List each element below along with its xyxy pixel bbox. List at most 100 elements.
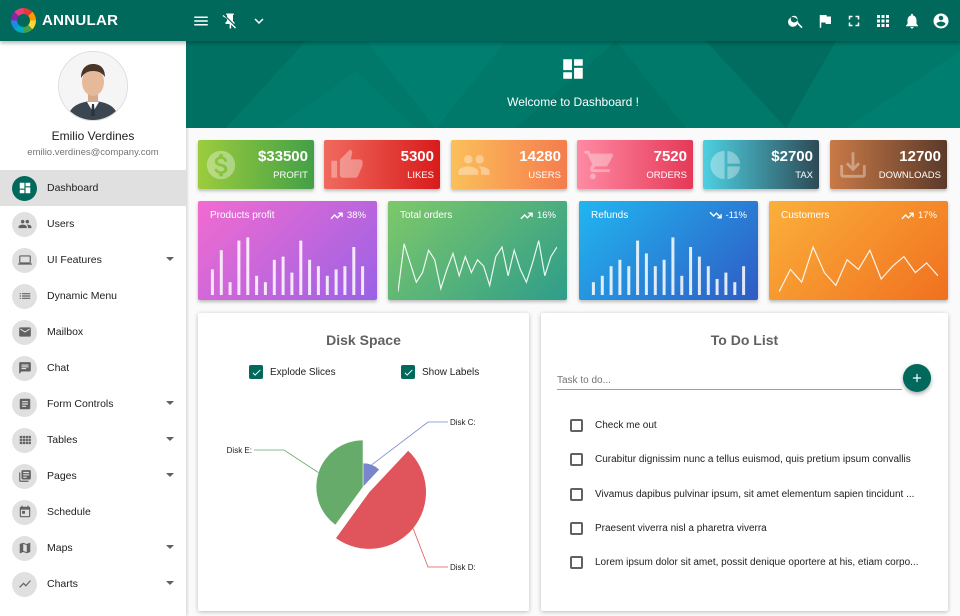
- stat-tile-users: 14280 USERS: [451, 140, 567, 189]
- calendar-icon-wrap: [12, 499, 37, 525]
- brand[interactable]: ANNULAR: [0, 8, 186, 33]
- todo-checkbox[interactable]: [570, 419, 583, 432]
- sidebar-item-label: Chat: [47, 362, 70, 374]
- task-input[interactable]: [557, 372, 902, 390]
- account-button[interactable]: [930, 10, 951, 31]
- pie-slice-diskc[interactable]: [362, 462, 380, 488]
- stat-label: DOWNLOADS: [878, 170, 941, 181]
- todo-checkbox[interactable]: [570, 487, 583, 501]
- checkbox-checked-icon: [249, 365, 263, 379]
- spark-bar: [352, 247, 356, 295]
- flag-button[interactable]: [814, 10, 835, 31]
- bell-icon: [905, 13, 918, 28]
- spark-bar: [325, 275, 329, 295]
- sidebar-item-ui-features[interactable]: UI Features: [0, 242, 186, 278]
- spark-bar: [671, 237, 675, 295]
- download-icon: [840, 152, 866, 178]
- fullscreen-button[interactable]: [843, 10, 864, 31]
- spark-bar: [627, 266, 631, 295]
- user-photo: [59, 52, 127, 120]
- spark-bar: [237, 240, 241, 295]
- sidebar-item-chat[interactable]: Chat: [0, 350, 186, 386]
- todo-text: Curabitur dignissim nunc a tellus euismo…: [595, 454, 911, 466]
- sidebar-item-mailbox[interactable]: Mailbox: [0, 314, 186, 350]
- sidebar-item-pages[interactable]: Pages: [0, 458, 186, 494]
- sidebar-item-form-controls[interactable]: Form Controls: [0, 386, 186, 422]
- spark-card-customers: Customers 17%: [769, 201, 948, 300]
- trending-up-icon: [520, 212, 533, 220]
- pie-leader-line: [412, 528, 448, 568]
- search-button[interactable]: [785, 10, 806, 31]
- apps-button[interactable]: [872, 10, 893, 31]
- sidebar-item-tables[interactable]: Tables: [0, 422, 186, 458]
- todo-item[interactable]: Curabitur dignissim nunc a tellus euismo…: [570, 453, 925, 467]
- chart-icon-wrap: [12, 571, 37, 597]
- spark-bar: [636, 240, 640, 295]
- sidebar-item-charts[interactable]: Charts: [0, 566, 186, 602]
- spark-percent: 17%: [901, 210, 937, 221]
- todo-checkbox[interactable]: [570, 453, 583, 467]
- pie-icon: [710, 150, 741, 180]
- spark-card-total-orders: Total orders 16%: [388, 201, 567, 300]
- todo-item[interactable]: Praesent viverra nisl a pharetra viverra: [570, 521, 925, 535]
- explode-slices-checkbox[interactable]: Explode Slices: [249, 365, 336, 379]
- calendar-icon: [19, 505, 30, 518]
- list-icon-wrap: [12, 283, 37, 309]
- checkbox-checked-icon: [401, 365, 415, 379]
- show-labels-checkbox[interactable]: Show Labels: [401, 365, 479, 379]
- table-icon: [19, 435, 31, 445]
- sidebar-item-maps[interactable]: Maps: [0, 530, 186, 566]
- stat-value: 7520: [653, 148, 687, 165]
- table-icon-wrap: [12, 427, 37, 453]
- pin-sidebar-button[interactable]: [219, 10, 240, 31]
- todo-card: To Do List Check me out Curabitur dignis…: [541, 313, 948, 611]
- sidebar-item-users[interactable]: Users: [0, 206, 186, 242]
- todo-checkbox[interactable]: [570, 556, 583, 570]
- fullscreen-icon: [848, 15, 859, 26]
- chat-icon: [18, 362, 31, 374]
- account-icon: [933, 13, 948, 28]
- spark-chart: [210, 237, 365, 295]
- stat-label: ORDERS: [646, 170, 687, 181]
- spark-percent: 16%: [520, 210, 556, 221]
- avatar[interactable]: [58, 51, 128, 121]
- stat-label: TAX: [795, 170, 813, 181]
- sidebar-item-label: Users: [47, 218, 75, 230]
- todo-text: Lorem ipsum dolor sit amet, possit deniq…: [595, 557, 919, 569]
- spark-bar: [644, 253, 648, 295]
- spark-percent-value: 38%: [346, 210, 366, 221]
- users-icon: [18, 219, 31, 229]
- add-task-button[interactable]: [903, 364, 931, 392]
- todo-item[interactable]: Vivamus dapibus pulvinar ipsum, sit amet…: [570, 487, 925, 501]
- spark-bar: [689, 247, 693, 295]
- caret-down-icon: [166, 257, 174, 261]
- sidebar-item-label: Form Controls: [47, 398, 114, 410]
- trending-up-icon: [330, 212, 343, 220]
- spark-bar: [316, 266, 320, 295]
- stat-icon-wrap: [330, 148, 364, 182]
- todo-checkbox[interactable]: [570, 521, 583, 535]
- sidebar-item-dashboard[interactable]: Dashboard: [0, 170, 186, 206]
- spark-card-products-profit: Products profit 38%: [198, 201, 377, 300]
- notifications-button[interactable]: [901, 10, 922, 31]
- spark-bar: [618, 259, 622, 295]
- show-labels-label: Show Labels: [422, 366, 480, 378]
- pie-leader-line: [254, 449, 319, 473]
- explode-slices-label: Explode Slices: [270, 366, 336, 378]
- group-icon: [458, 155, 490, 175]
- spark-bar: [662, 259, 666, 295]
- sidebar-item-schedule[interactable]: Schedule: [0, 494, 186, 530]
- spark-bar: [706, 266, 710, 295]
- expand-button[interactable]: [248, 10, 269, 31]
- todo-item[interactable]: Check me out: [570, 419, 925, 432]
- menu-icon: [193, 16, 208, 25]
- caret-down-icon: [166, 581, 174, 585]
- dashboard-icon-wrap: [12, 175, 37, 201]
- todo-item[interactable]: Lorem ipsum dolor sit amet, possit deniq…: [570, 556, 925, 570]
- list-icon: [19, 293, 30, 299]
- sidebar-item-dynamic-menu[interactable]: Dynamic Menu: [0, 278, 186, 314]
- todo-text: Check me out: [595, 420, 657, 431]
- menu-toggle-button[interactable]: [190, 10, 211, 31]
- stat-tile-tax: $2700 TAX: [703, 140, 819, 189]
- spark-chart: [779, 245, 938, 293]
